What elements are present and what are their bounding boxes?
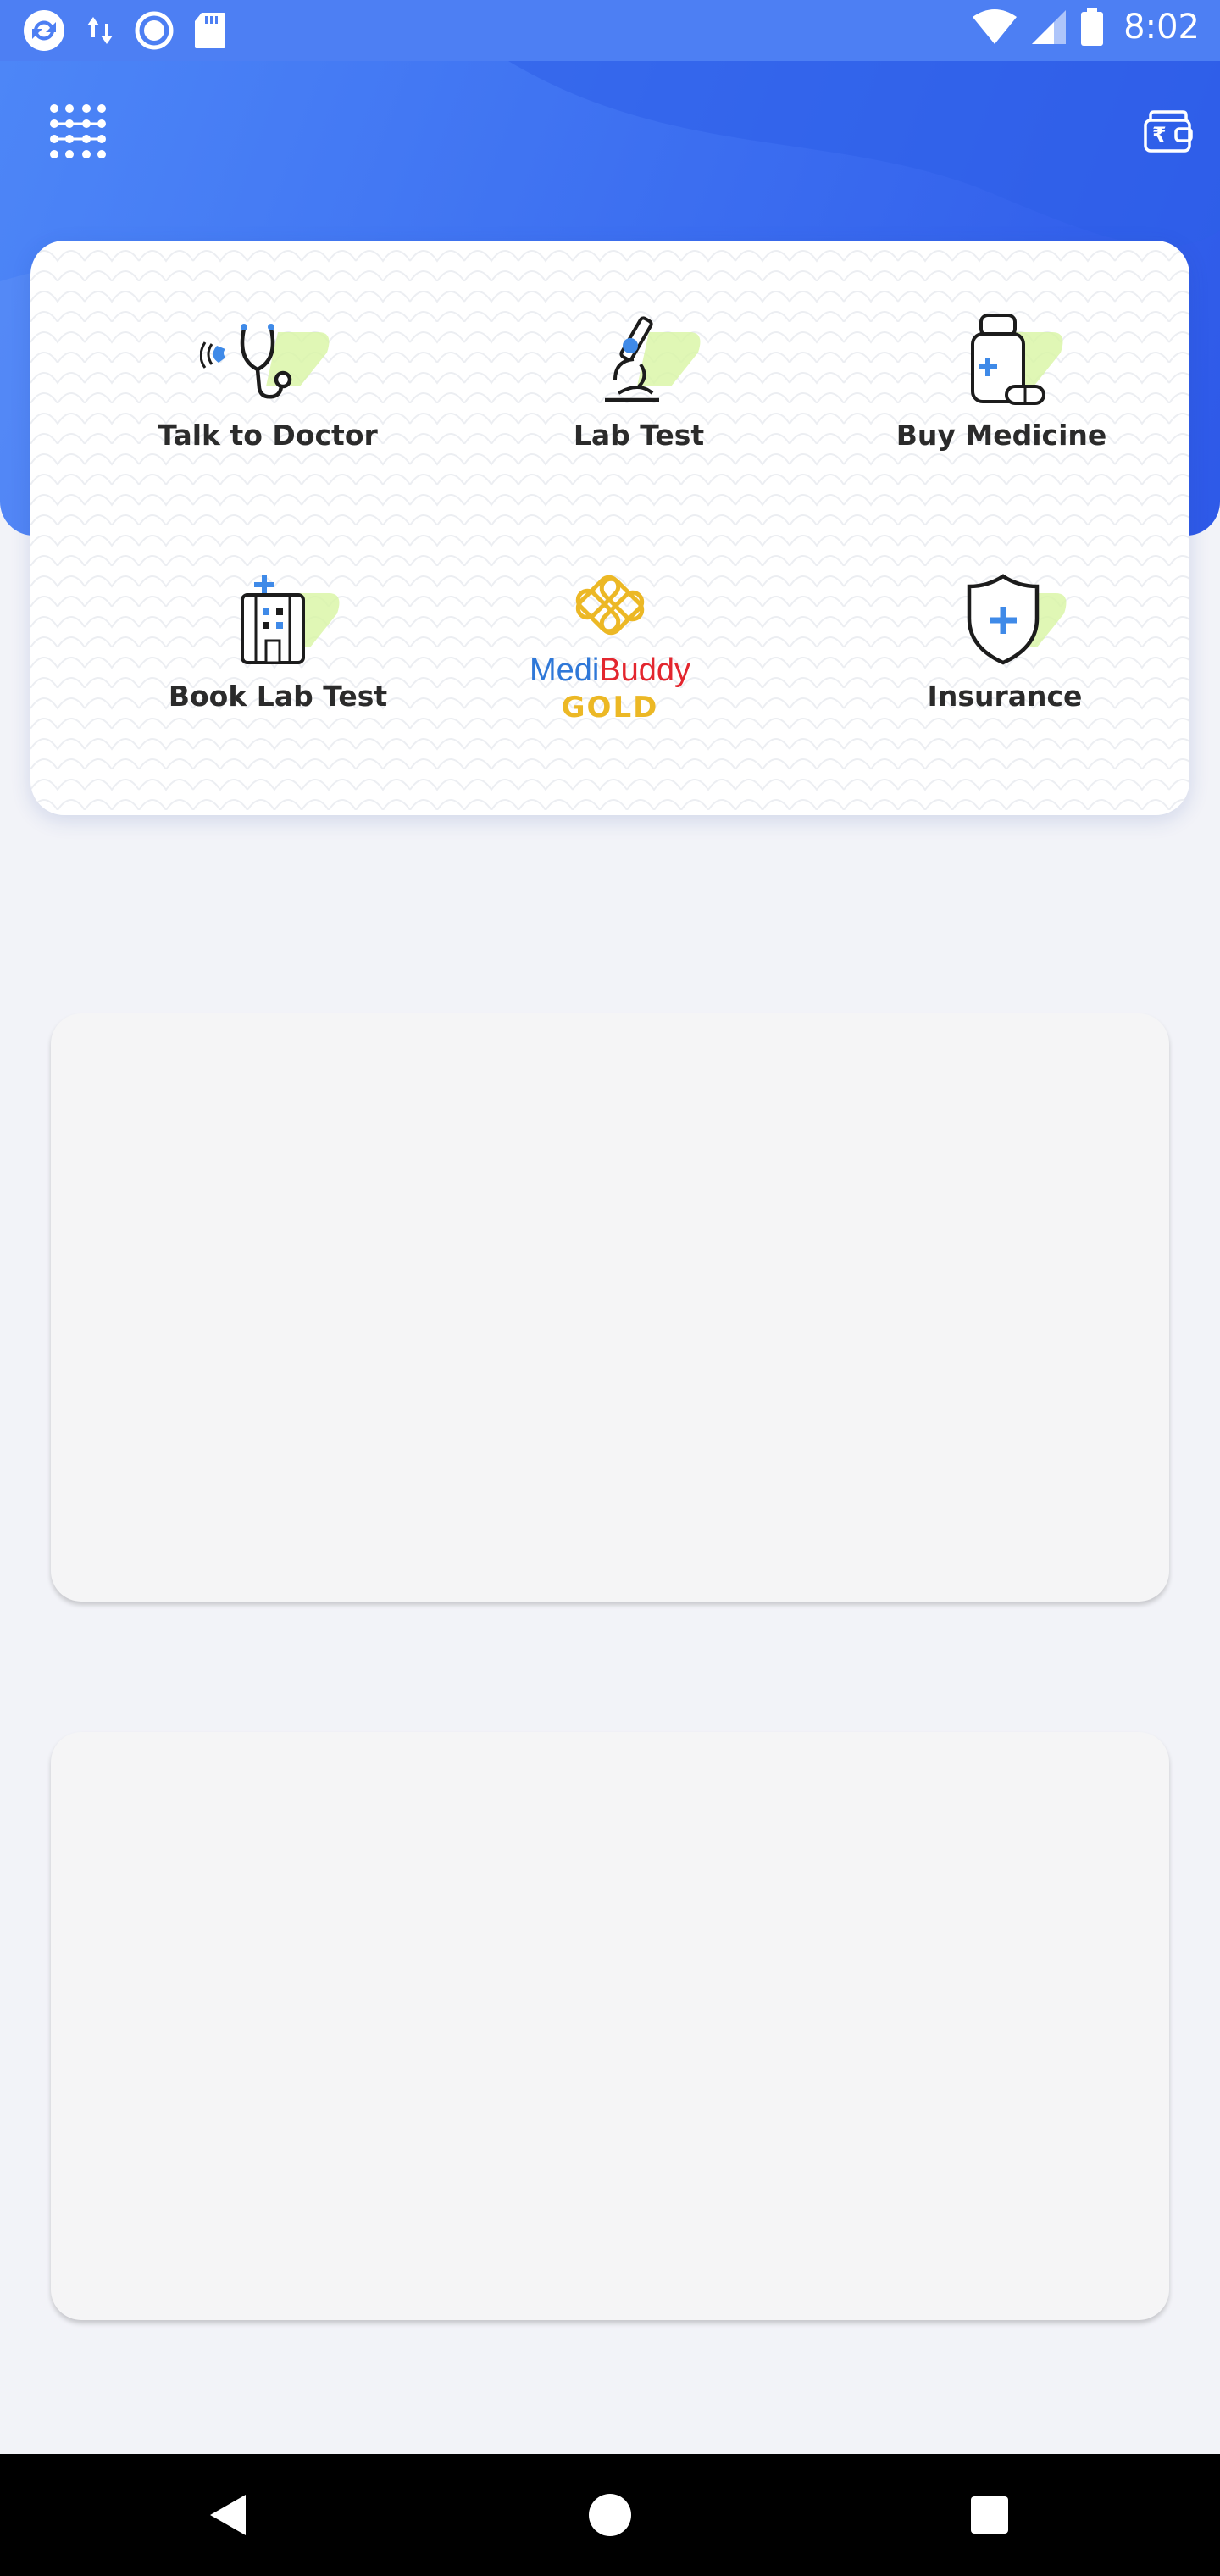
service-label: Insurance	[927, 680, 1083, 713]
hospital-building-icon	[241, 575, 340, 664]
sync-app-icon	[24, 10, 64, 51]
medibuddy-gold-banner[interactable]: MediBuddy GOLD	[424, 563, 796, 726]
record-icon	[135, 11, 174, 50]
service-talk-to-doctor[interactable]: Talk to Doctor	[81, 308, 454, 452]
medicine-bottle-icon	[971, 314, 1063, 405]
notification-icons	[22, 8, 227, 53]
service-lab-test[interactable]: Lab Test	[452, 308, 825, 452]
system-status: 8:02	[971, 7, 1200, 47]
grid-menu-icon[interactable]	[47, 100, 108, 161]
medibuddy-wordmark: MediBuddy	[529, 652, 691, 688]
service-book-lab-test[interactable]: Book Lab Test	[92, 569, 464, 713]
loading-placeholder-card	[51, 1732, 1169, 2320]
service-label: Lab Test	[573, 419, 705, 452]
wifi-icon	[973, 9, 1018, 44]
gold-tier-label: GOLD	[561, 691, 659, 724]
home-circle-icon[interactable]	[583, 2488, 637, 2542]
microscope-icon	[605, 316, 701, 402]
cellular-signal-icon	[1032, 10, 1067, 44]
service-insurance[interactable]: Insurance	[818, 569, 1190, 713]
services-card: Talk to Doctor Lab Test Buy Medicine Boo…	[30, 241, 1190, 815]
status-bar: 8:02	[0, 0, 1220, 61]
service-label: Talk to Doctor	[158, 419, 378, 452]
recents-square-icon[interactable]	[962, 2488, 1017, 2542]
wallet-currency-symbol: ₹	[1152, 123, 1167, 147]
battery-icon	[1081, 8, 1104, 46]
loading-placeholder-card	[51, 1013, 1169, 1602]
sd-card-icon	[195, 13, 225, 48]
back-triangle-icon[interactable]	[202, 2488, 256, 2542]
system-navigation-bar	[0, 2454, 1220, 2576]
service-label: Book Lab Test	[168, 680, 388, 713]
wallet-button[interactable]: ₹	[1140, 108, 1195, 156]
wallet-icon	[1144, 110, 1193, 153]
clock: 8:02	[1123, 8, 1200, 47]
service-buy-medicine[interactable]: Buy Medicine	[815, 308, 1188, 452]
data-transfer-icon	[87, 17, 113, 44]
medibuddy-gold-logo-icon	[575, 575, 645, 636]
stethoscope-icon	[199, 324, 330, 399]
service-label: Buy Medicine	[896, 419, 1107, 452]
shield-plus-icon	[967, 574, 1067, 665]
